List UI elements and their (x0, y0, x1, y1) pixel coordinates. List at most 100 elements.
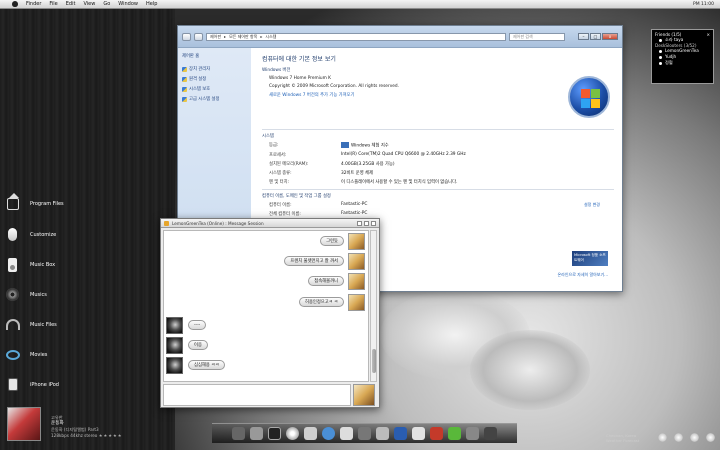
launcher-item-iphone-ipod[interactable]: iPhone iPod (4, 376, 59, 393)
close-icon[interactable]: × (706, 32, 710, 37)
close-button[interactable] (371, 220, 376, 226)
row-value: 4.00GB(3.25GB 사용 가능) (341, 161, 395, 167)
menu-clock[interactable]: PM 11:00 (693, 2, 714, 7)
menu-edit[interactable]: Edit (66, 1, 76, 7)
album-art[interactable] (7, 407, 41, 441)
sidebar-home-link[interactable]: 제어판 홈 (182, 53, 247, 59)
dock-browser-icon[interactable] (322, 427, 335, 440)
dock-app-icon[interactable] (250, 427, 263, 440)
breadcrumb-all-items[interactable]: 모든 제어판 항목 (229, 34, 257, 40)
copyright-text: Copyright © 2009 Microsoft Corporation. … (269, 84, 399, 89)
sidebar-item-label: 원격 설정 (189, 77, 207, 82)
dock-trash-icon[interactable] (484, 427, 497, 440)
change-settings-link[interactable]: 설정 변경 (584, 202, 600, 208)
maximize-button[interactable] (364, 220, 369, 226)
clock-icon[interactable] (674, 433, 683, 442)
dock-app-icon[interactable] (268, 427, 281, 440)
menu-help[interactable]: Help (146, 1, 157, 7)
dock-app-icon[interactable] (304, 427, 317, 440)
clock-icon[interactable] (658, 433, 667, 442)
ipod-icon (4, 256, 21, 273)
clock-icon[interactable] (706, 433, 715, 442)
edition-heading: Windows 버전 (262, 68, 291, 73)
messenger-titlebar: LemonGreenTea (Online) : Message Session (161, 219, 379, 228)
launcher-item-program-files[interactable]: Program Files (4, 192, 64, 212)
breadcrumb-separator: ▸ (224, 34, 227, 39)
rating-stars-icon[interactable]: ★★★★★ (99, 433, 123, 438)
breadcrumb-separator: ▸ (260, 34, 263, 39)
maximize-button[interactable]: □ (590, 33, 601, 40)
friend-name: 정혈 (665, 60, 673, 65)
shield-icon (182, 66, 187, 72)
genuine-link[interactable]: 온라인으로 자세히 알아보기... (557, 272, 608, 278)
menu-extras: PM 11:00 (693, 2, 720, 7)
disc-icon (4, 286, 21, 303)
system-row-memory: 설치된 메모리(RAM): 4.00GB(3.25GB 사용 가능) (269, 161, 614, 167)
forward-button[interactable] (194, 32, 203, 41)
dock-app-icon[interactable] (340, 427, 353, 440)
search-input[interactable]: 제어판 검색 (509, 32, 565, 41)
sidebar-item-label: 시스템 보호 (189, 87, 211, 92)
status-dot-icon (659, 61, 662, 65)
messenger-icon (164, 220, 169, 226)
mouse-icon (4, 226, 21, 243)
dock-disc-icon[interactable] (286, 427, 299, 440)
clock-icon[interactable] (690, 433, 699, 442)
launcher-label: Music Box (30, 261, 56, 268)
dock-app-icon[interactable] (412, 427, 425, 440)
control-panel-titlebar: 제어판 ▸ 모든 제어판 항목 ▸ 시스템 제어판 검색 – □ x (178, 26, 622, 48)
dock-app-icon[interactable] (466, 427, 479, 440)
menu-file[interactable]: File (49, 1, 57, 7)
dock-app-icon[interactable] (358, 427, 371, 440)
menu-window[interactable]: Window (118, 1, 138, 7)
sidebar-item-remote-settings[interactable]: 원격 설정 (182, 76, 247, 82)
sidebar-item-advanced-settings[interactable]: 고급 시스템 설정 (182, 96, 247, 102)
user-avatar (166, 317, 183, 334)
status-dot-icon (659, 38, 662, 42)
divider (262, 188, 614, 190)
message-bubble: 그런듯 (320, 236, 344, 246)
message-bubble: 접속해볼까니 (308, 276, 344, 286)
upgrade-link[interactable]: 새로운 Windows 7 버전의 추가 기능 가져오기 (269, 92, 614, 98)
launcher-item-musics[interactable]: Musics (4, 286, 47, 303)
dock-app-icon[interactable] (430, 427, 443, 440)
row-key: 설치된 메모리(RAM): (269, 161, 309, 167)
breadcrumb-control-panel[interactable]: 제어판 (210, 34, 221, 40)
dock-app-icon[interactable] (232, 427, 245, 440)
row-value: Fantastic-PC (341, 201, 368, 207)
experience-index-link[interactable]: Windows 체험 지수 (341, 142, 389, 149)
headphones-icon (4, 316, 21, 333)
dock-photoshop-icon[interactable] (394, 427, 407, 440)
back-button[interactable] (182, 32, 191, 41)
address-bar[interactable]: 제어판 ▸ 모든 제어판 항목 ▸ 시스템 (206, 32, 506, 41)
system-row-processor: 프로세서: Intel(R) Core(TM)2 Quad CPU Q6600 … (269, 152, 614, 158)
weather-widget[interactable]: Cheonan, Korea Weather Forecast (606, 433, 639, 443)
menu-finder[interactable]: Finder (26, 1, 41, 7)
launcher-item-movies[interactable]: Movies (4, 346, 47, 363)
message-input[interactable] (163, 384, 351, 406)
conversation-scrollbar[interactable] (370, 230, 377, 382)
dock (212, 423, 517, 443)
friend-item[interactable]: 정혈 (659, 60, 710, 66)
scrollbar-thumb[interactable] (372, 349, 376, 373)
bitrate: 128kbps 44khz stereo (51, 433, 98, 438)
menu-go[interactable]: Go (103, 1, 110, 7)
sidebar-item-system-protection[interactable]: 시스템 보호 (182, 86, 247, 92)
row-key: 컴퓨터 이름: (269, 202, 292, 208)
launcher-item-music-box[interactable]: Music Box (4, 256, 55, 273)
launcher-item-music-files[interactable]: Music Files (4, 316, 57, 333)
windows-logo-icon (568, 76, 610, 118)
breadcrumb-system[interactable]: 시스템 (265, 34, 276, 40)
windows-badge-icon (341, 142, 349, 148)
minimize-button[interactable] (357, 220, 362, 226)
sidebar-item-device-manager[interactable]: 장치 관리자 (182, 66, 247, 72)
dock-app-icon[interactable] (376, 427, 389, 440)
apple-icon[interactable] (12, 1, 18, 7)
launcher-item-customize[interactable]: Customize (4, 226, 56, 243)
swirl-icon (4, 346, 21, 363)
message-bubble: 심심해용 ㅋㅋ (188, 360, 226, 370)
minimize-button[interactable]: – (578, 33, 589, 40)
dock-app-icon[interactable] (448, 427, 461, 440)
menu-view[interactable]: View (83, 1, 95, 7)
close-button[interactable]: x (602, 33, 618, 40)
